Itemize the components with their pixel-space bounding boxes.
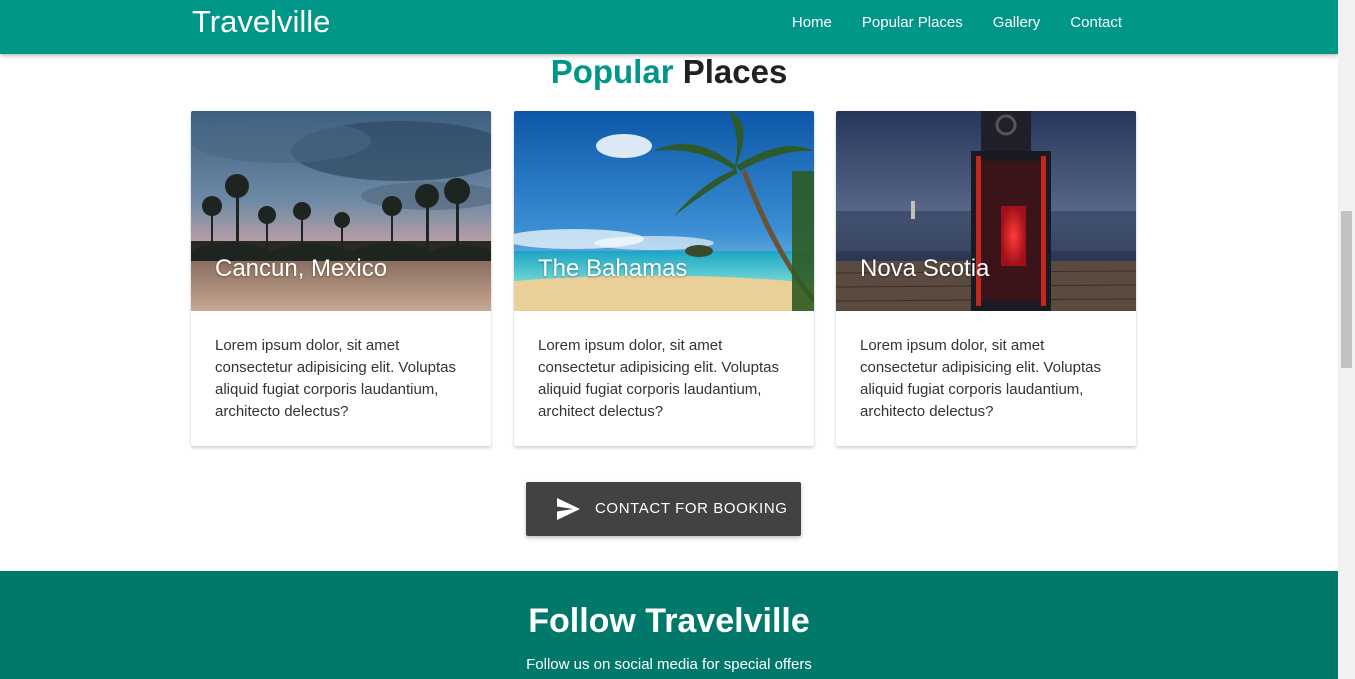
section-title: Popular Places bbox=[0, 52, 1338, 92]
place-card-bahamas: The Bahamas Lorem ipsum dolor, sit amet … bbox=[514, 111, 814, 446]
section-title-rest: Places bbox=[682, 53, 788, 90]
follow-title: Follow Travelville bbox=[528, 602, 810, 640]
nav-links: Home Popular Places Gallery Contact bbox=[762, 0, 1122, 44]
card-text-nova-scotia: Lorem ipsum dolor, sit amet consectetur … bbox=[860, 337, 1101, 420]
card-title-bahamas: The Bahamas bbox=[538, 255, 688, 282]
card-image-cancun: Cancun, Mexico bbox=[191, 111, 491, 311]
page: Travelville Home Popular Places Gallery … bbox=[0, 0, 1338, 679]
page-scrollbar[interactable] bbox=[1338, 0, 1355, 679]
follow-section: Follow Travelville Follow us on social m… bbox=[0, 571, 1338, 679]
section-title-accent: Popular bbox=[550, 53, 674, 90]
place-card-cancun: Cancun, Mexico Lorem ipsum dolor, sit am… bbox=[191, 111, 491, 446]
contact-booking-label: CONTACT FOR BOOKING bbox=[595, 500, 788, 517]
nav-link-popular-places[interactable]: Popular Places bbox=[862, 14, 963, 31]
contact-booking-button[interactable]: CONTACT FOR BOOKING bbox=[526, 482, 801, 536]
card-image-nova-scotia: Nova Scotia bbox=[836, 111, 1136, 311]
card-title-nova-scotia: Nova Scotia bbox=[860, 255, 990, 282]
navbar: Travelville Home Popular Places Gallery … bbox=[0, 0, 1338, 54]
nav-link-contact[interactable]: Contact bbox=[1070, 14, 1122, 31]
card-text-cancun: Lorem ipsum dolor, sit amet consectetur … bbox=[215, 337, 456, 420]
place-card-nova-scotia: Nova Scotia Lorem ipsum dolor, sit amet … bbox=[836, 111, 1136, 446]
card-text-bahamas: Lorem ipsum dolor, sit amet consectetur … bbox=[538, 337, 779, 420]
scrollbar-thumb[interactable] bbox=[1341, 211, 1352, 368]
nav-link-home[interactable]: Home bbox=[792, 14, 832, 31]
card-image-bahamas: The Bahamas bbox=[514, 111, 814, 311]
brand-logo[interactable]: Travelville bbox=[192, 4, 330, 40]
nav-link-gallery[interactable]: Gallery bbox=[993, 14, 1041, 31]
send-icon bbox=[557, 498, 580, 520]
card-title-cancun: Cancun, Mexico bbox=[215, 255, 388, 282]
follow-subtitle: Follow us on social media for special of… bbox=[526, 656, 812, 673]
